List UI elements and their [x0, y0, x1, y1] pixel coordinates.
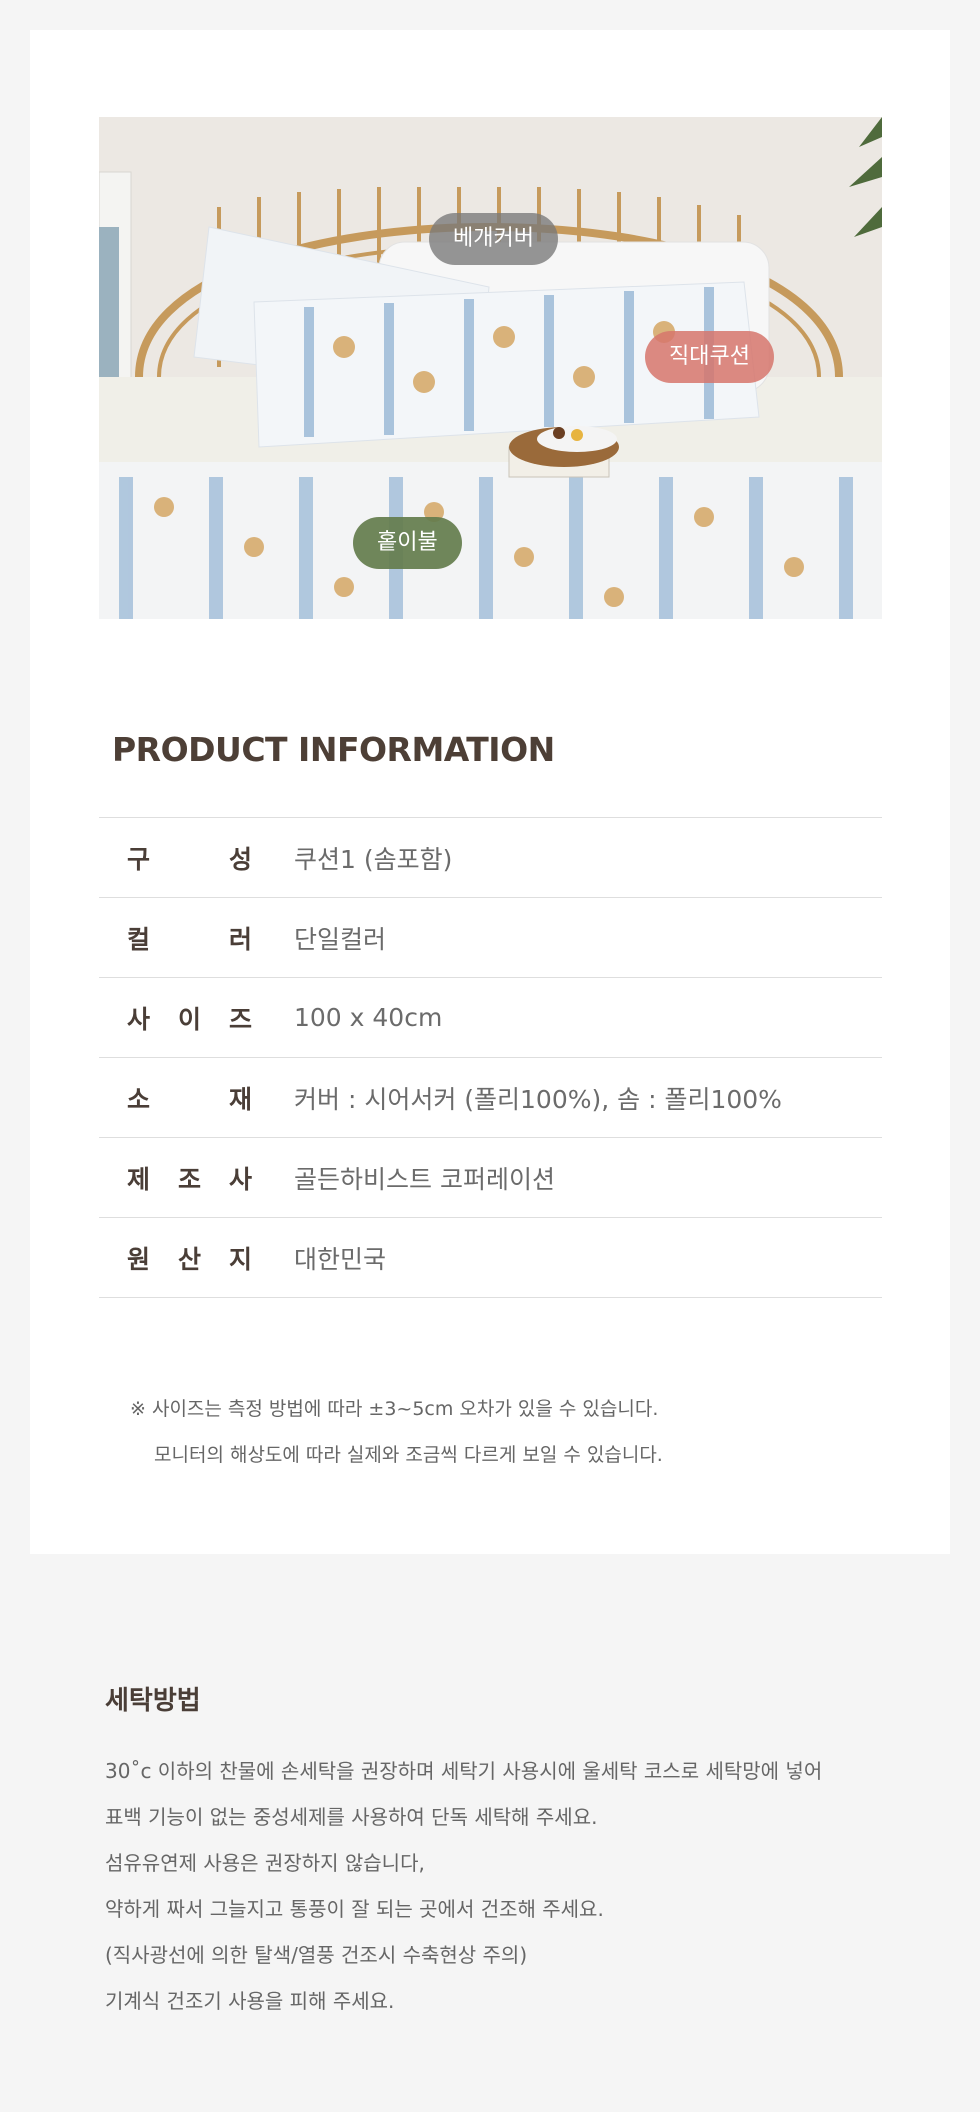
product-photo: 베개커버 직대쿠션 홑이불: [99, 117, 882, 619]
notice-line: 모니터의 해상도에 따라 실제와 조금씩 다르게 보일 수 있습니다.: [154, 1444, 663, 1466]
info-row-material: 소 재 커버 : 시어서커 (폴리100%), 솜 : 폴리100%: [99, 1058, 882, 1138]
info-label-char: 산: [177, 1244, 201, 1274]
product-info-table: 구 성 쿠션1 (솜포함) 컬 러 단일컬러 사 이 즈 100 x 40cm …: [99, 817, 882, 1298]
tag-long-cushion: 직대쿠션: [645, 331, 774, 383]
notice-line: ※ 사이즈는 측정 방법에 따라 ±3~5cm 오차가 있을 수 있습니다.: [130, 1398, 659, 1420]
washing-line: 표백 기능이 없는 중성세제를 사용하여 단독 세탁해 주세요.: [105, 1805, 598, 1829]
product-info-title: PRODUCT INFORMATION: [112, 730, 555, 769]
info-label-char: 컬: [127, 924, 151, 954]
info-value: 100 x 40cm: [294, 1003, 443, 1032]
info-label-char: 성: [228, 844, 252, 874]
info-label-char: 소: [127, 1084, 151, 1114]
info-row-color: 컬 러 단일컬러: [99, 898, 882, 978]
info-label-char: 즈: [228, 1004, 252, 1034]
info-row-manufacturer: 제 조 사 골든하비스트 코퍼레이션: [99, 1138, 882, 1218]
info-label-char: 이: [177, 1004, 201, 1034]
info-row-size: 사 이 즈 100 x 40cm: [99, 978, 882, 1058]
info-label-char: 지: [228, 1244, 252, 1274]
info-label-char: 구: [127, 844, 151, 874]
size-notice: ※ 사이즈는 측정 방법에 따라 ±3~5cm 오차가 있을 수 있습니다. 모…: [130, 1386, 663, 1478]
info-value: 쿠션1 (솜포함): [294, 844, 453, 874]
tag-quilt: 홑이불: [353, 517, 462, 569]
washing-title: 세탁방법: [105, 1686, 201, 1716]
info-value: 커버 : 시어서커 (폴리100%), 솜 : 폴리100%: [294, 1084, 782, 1114]
info-label: 제 조 사: [99, 1160, 252, 1196]
info-label-char: 사: [127, 1004, 151, 1034]
info-label-char: 제: [127, 1164, 151, 1194]
info-label: 구 성: [99, 840, 252, 876]
info-label-char: 재: [228, 1084, 252, 1114]
washing-line: 섬유유연제 사용은 권장하지 않습니다,: [105, 1851, 425, 1875]
washing-line: (직사광선에 의한 탈색/열풍 건조시 수축현상 주의): [105, 1943, 528, 1967]
washing-instructions: 30˚c 이하의 찬물에 손세탁을 권장하며 세탁기 사용시에 울세탁 코스로 …: [105, 1748, 822, 2024]
info-row-origin: 원 산 지 대한민국: [99, 1218, 882, 1298]
info-label-char: 사: [228, 1164, 252, 1194]
info-value: 골든하비스트 코퍼레이션: [294, 1164, 555, 1194]
info-row-composition: 구 성 쿠션1 (솜포함): [99, 818, 882, 898]
info-label: 원 산 지: [99, 1240, 252, 1276]
info-label-char: 러: [228, 924, 252, 954]
info-label-char: 조: [177, 1164, 201, 1194]
tag-pillow-cover: 베개커버: [429, 213, 558, 265]
washing-line: 기계식 건조기 사용을 피해 주세요.: [105, 1989, 395, 2013]
info-value: 대한민국: [294, 1244, 387, 1274]
info-label: 소 재: [99, 1080, 252, 1116]
product-detail-card: 베개커버 직대쿠션 홑이불 PRODUCT INFORMATION 구 성 쿠션…: [30, 30, 950, 1554]
info-label-char: 원: [127, 1244, 151, 1274]
washing-line: 약하게 짜서 그늘지고 통풍이 잘 되는 곳에서 건조해 주세요.: [105, 1897, 604, 1921]
washing-line: 30˚c 이하의 찬물에 손세탁을 권장하며 세탁기 사용시에 울세탁 코스로 …: [105, 1759, 823, 1783]
info-value: 단일컬러: [294, 924, 387, 954]
info-label: 사 이 즈: [99, 1000, 252, 1036]
info-label: 컬 러: [99, 920, 252, 956]
